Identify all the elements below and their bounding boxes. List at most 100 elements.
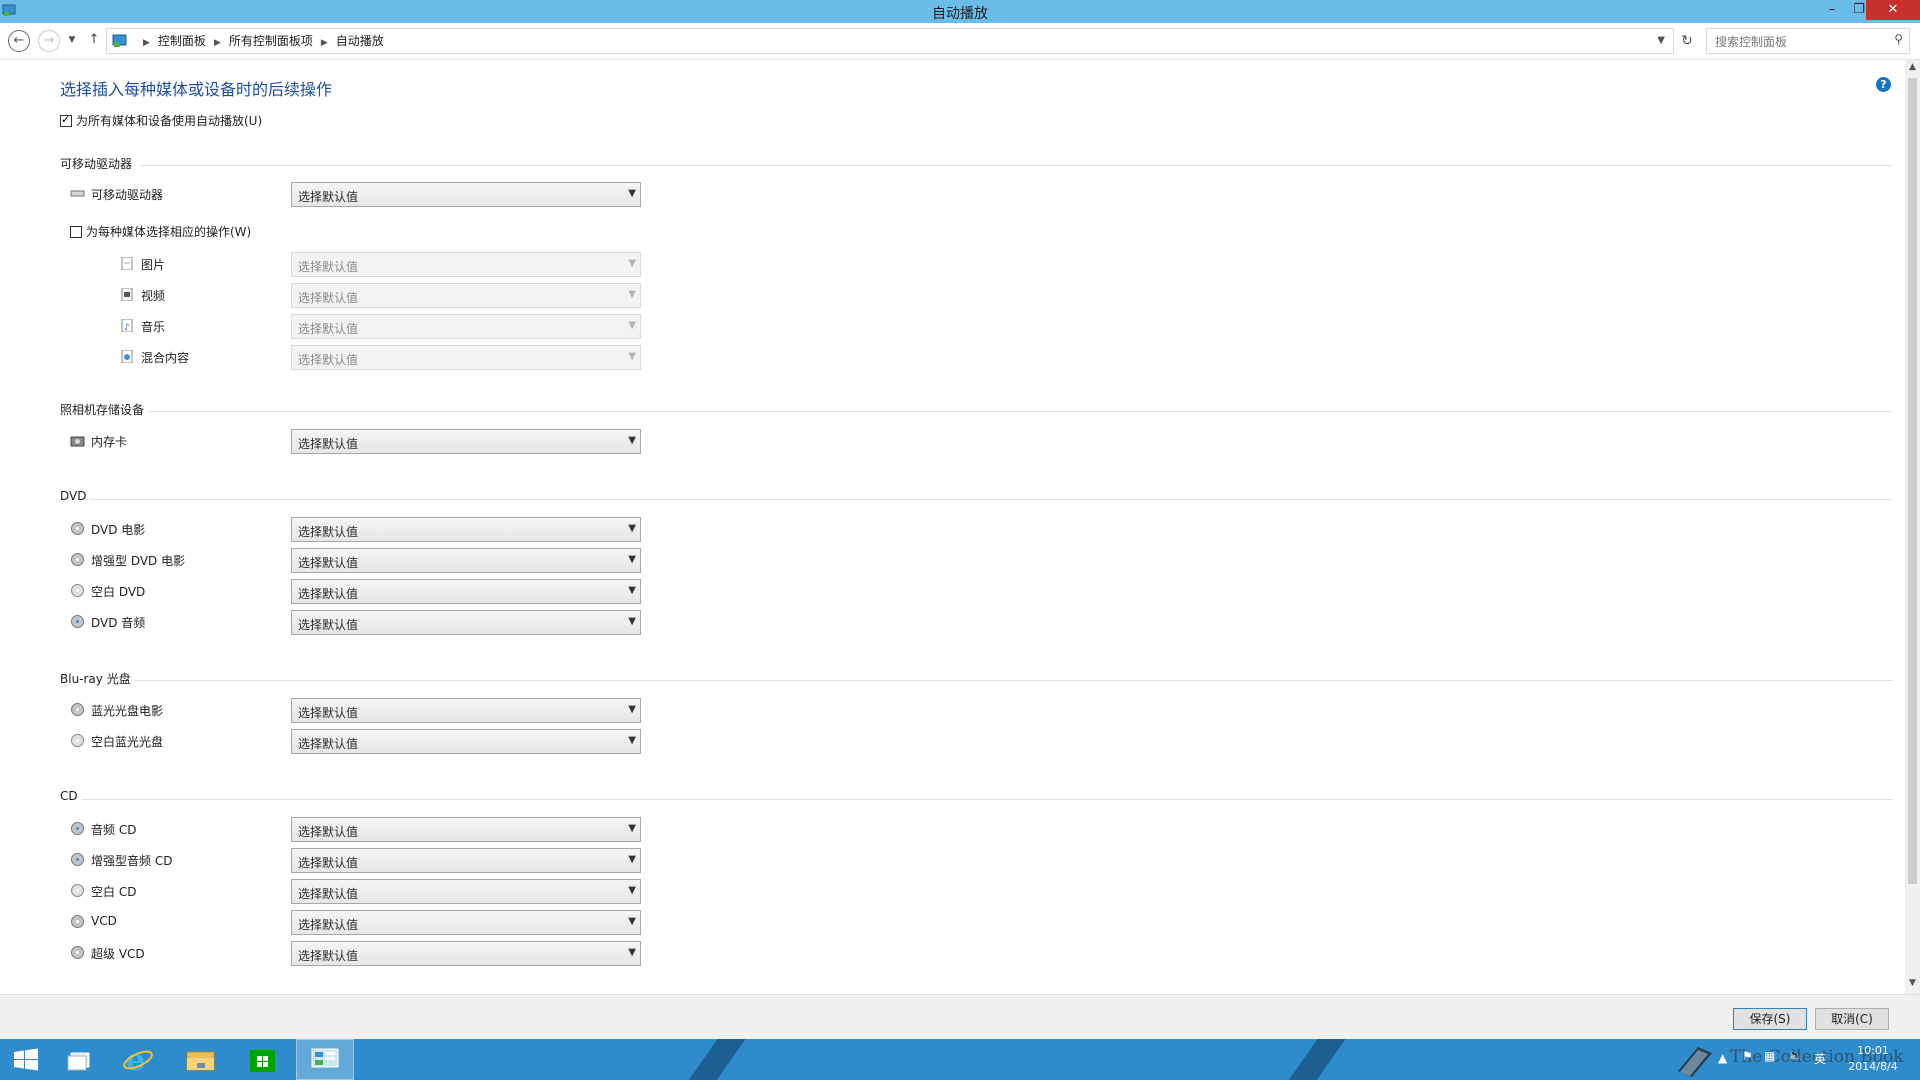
per-media-checkbox[interactable] [70, 226, 82, 238]
task-view-button[interactable] [52, 1039, 106, 1080]
clock-date: 2014/8/4 [1848, 1060, 1898, 1073]
row-label-blank-bluray: 空白蓝光光盘 [91, 735, 164, 749]
address-field[interactable]: ▶ 控制面板 ▶ 所有控制面板项 ▶ 自动播放 ▼ [106, 28, 1674, 54]
music-file-icon: ♪ [121, 319, 133, 332]
video-file-icon [121, 288, 133, 301]
store-button[interactable] [235, 1039, 289, 1080]
dropdown-value: 选择默认值 [298, 618, 359, 632]
dropdown-value: 选择默认值 [298, 260, 359, 274]
volume-icon[interactable]: 🔈 [1788, 1048, 1803, 1080]
search-box[interactable]: ⚲ [1706, 28, 1910, 54]
scrollbar-thumb[interactable] [1908, 78, 1917, 884]
row-label-enhanced-dvd-movie: 增强型 DVD 电影 [91, 554, 186, 568]
use-autoplay-label[interactable]: 为所有媒体和设备使用自动播放(U) [76, 112, 262, 129]
save-button[interactable]: 保存(S) [1733, 1008, 1807, 1030]
scroll-down-icon[interactable]: ▼ [1905, 978, 1920, 992]
dropdown-enhanced-dvd-movie[interactable]: 选择默认值 ▼ [291, 548, 641, 573]
row-label-super-vcd: 超级 VCD [91, 947, 145, 961]
clock[interactable]: 10:01 2014/8/4 [1838, 1043, 1908, 1075]
chevron-down-icon: ▼ [628, 554, 636, 565]
vertical-scrollbar[interactable]: ▲ ▼ [1905, 60, 1920, 994]
chevron-down-icon: ▼ [628, 320, 636, 331]
breadcrumb-item-autoplay[interactable]: 自动播放 [336, 34, 384, 48]
chevron-down-icon: ▼ [628, 854, 636, 865]
dropdown-pictures[interactable]: 选择默认值 ▼ [291, 252, 641, 277]
show-hidden-icons-button[interactable]: ▲ [1718, 1051, 1727, 1080]
dropdown-blank-cd[interactable]: 选择默认值 ▼ [291, 879, 641, 904]
chevron-right-icon[interactable]: ▶ [321, 38, 328, 48]
section-divider [140, 165, 1893, 166]
scroll-up-icon[interactable]: ▲ [1905, 62, 1920, 76]
chevron-down-icon: ▼ [68, 35, 76, 45]
mixed-content-icon [121, 350, 133, 363]
row-label-enhanced-audio-cd: 增强型音频 CD [91, 854, 173, 868]
dropdown-dvd-movie[interactable]: 选择默认值 ▼ [291, 517, 641, 542]
dropdown-dvd-audio[interactable]: 选择默认值 ▼ [291, 610, 641, 635]
dropdown-audio-cd[interactable]: 选择默认值 ▼ [291, 817, 641, 842]
dropdown-value: 选择默认值 [298, 322, 359, 336]
cancel-button[interactable]: 取消(C) [1815, 1008, 1889, 1030]
dropdown-mixed-content[interactable]: 选择默认值 ▼ [291, 345, 641, 370]
row-label-videos: 视频 [141, 289, 166, 303]
back-button[interactable]: ← [8, 30, 30, 52]
help-icon[interactable]: ? [1876, 77, 1891, 92]
internet-explorer-icon: e [123, 1043, 153, 1078]
network-icon[interactable]: ▦ [1764, 1049, 1775, 1080]
dropdown-blank-dvd[interactable]: 选择默认值 ▼ [291, 579, 641, 604]
chevron-right-icon[interactable]: ▶ [214, 38, 221, 48]
start-button[interactable] [0, 1039, 54, 1080]
file-explorer-button[interactable] [173, 1039, 227, 1080]
footer-bar: 保存(S) 取消(C) [0, 994, 1920, 1039]
row-label-audio-cd: 音频 CD [91, 823, 137, 837]
breadcrumb-item-all-items[interactable]: 所有控制面板项 [229, 34, 313, 48]
chevron-down-icon: ▼ [628, 258, 636, 269]
dropdown-bluray-movie[interactable]: 选择默认值 ▼ [291, 698, 641, 723]
clock-time: 10:01 [1857, 1044, 1889, 1057]
audio-disc-icon [71, 853, 84, 866]
forward-button[interactable]: → [38, 30, 60, 52]
dropdown-videos[interactable]: 选择默认值 ▼ [291, 283, 641, 308]
search-input[interactable] [1713, 32, 1887, 52]
dropdown-value: 选择默认值 [298, 918, 359, 932]
chevron-down-icon: ▼ [628, 947, 636, 958]
taskbar-decoration [675, 1039, 753, 1080]
section-header-bluray: Blu-ray 光盘 [60, 672, 131, 686]
bluray-disc-icon [71, 703, 84, 716]
row-label-dvd-audio: DVD 音频 [91, 616, 146, 630]
dropdown-value: 选择默认值 [298, 856, 359, 870]
search-icon[interactable]: ⚲ [1894, 32, 1903, 46]
flag-icon[interactable]: ⚑ [1742, 1049, 1753, 1080]
section-divider [90, 499, 1893, 500]
section-divider [82, 799, 1893, 800]
chevron-down-icon: ▼ [628, 885, 636, 896]
minimize-button[interactable]: – [1818, 0, 1846, 20]
dropdown-blank-bluray[interactable]: 选择默认值 ▼ [291, 729, 641, 754]
dropdown-removable-drive[interactable]: 选择默认值 ▼ [291, 182, 641, 207]
control-panel-taskbar-button[interactable] [296, 1039, 354, 1080]
dropdown-enhanced-audio-cd[interactable]: 选择默认值 ▼ [291, 848, 641, 873]
dropdown-value: 选择默认值 [298, 353, 359, 367]
internet-explorer-button[interactable]: e [111, 1039, 165, 1080]
dropdown-value: 选择默认值 [298, 887, 359, 901]
dropdown-vcd[interactable]: 选择默认值 ▼ [291, 910, 641, 935]
close-button[interactable]: ✕ [1866, 0, 1920, 20]
dropdown-value: 选择默认值 [298, 291, 359, 305]
chevron-down-icon: ▼ [628, 823, 636, 834]
dropdown-music[interactable]: 选择默认值 ▼ [291, 314, 641, 339]
main-content: 选择插入每种媒体或设备时的后续操作 ? 为所有媒体和设备使用自动播放(U) 可移… [0, 60, 1905, 994]
svcd-disc-icon [71, 946, 84, 959]
recent-locations-button[interactable]: ▼ [66, 30, 78, 52]
refresh-icon[interactable]: ↻ [1676, 30, 1698, 52]
per-media-label[interactable]: 为每种媒体选择相应的操作(W) [86, 223, 251, 240]
ime-indicator[interactable]: 英 [1814, 1050, 1826, 1080]
section-header-removable: 可移动驱动器 [60, 157, 133, 171]
up-button[interactable]: ↑ [86, 30, 102, 52]
dropdown-super-vcd[interactable]: 选择默认值 ▼ [291, 941, 641, 966]
use-autoplay-checkbox[interactable] [60, 113, 72, 127]
breadcrumb-item-control-panel[interactable]: 控制面板 [158, 34, 206, 48]
svg-text:e: e [126, 1043, 145, 1078]
dropdown-memory-card[interactable]: 选择默认值 ▼ [291, 429, 641, 454]
chevron-down-icon: ▼ [628, 523, 636, 534]
address-dropdown-icon[interactable]: ▼ [1657, 29, 1665, 53]
row-label-dvd-movie: DVD 电影 [91, 523, 146, 537]
